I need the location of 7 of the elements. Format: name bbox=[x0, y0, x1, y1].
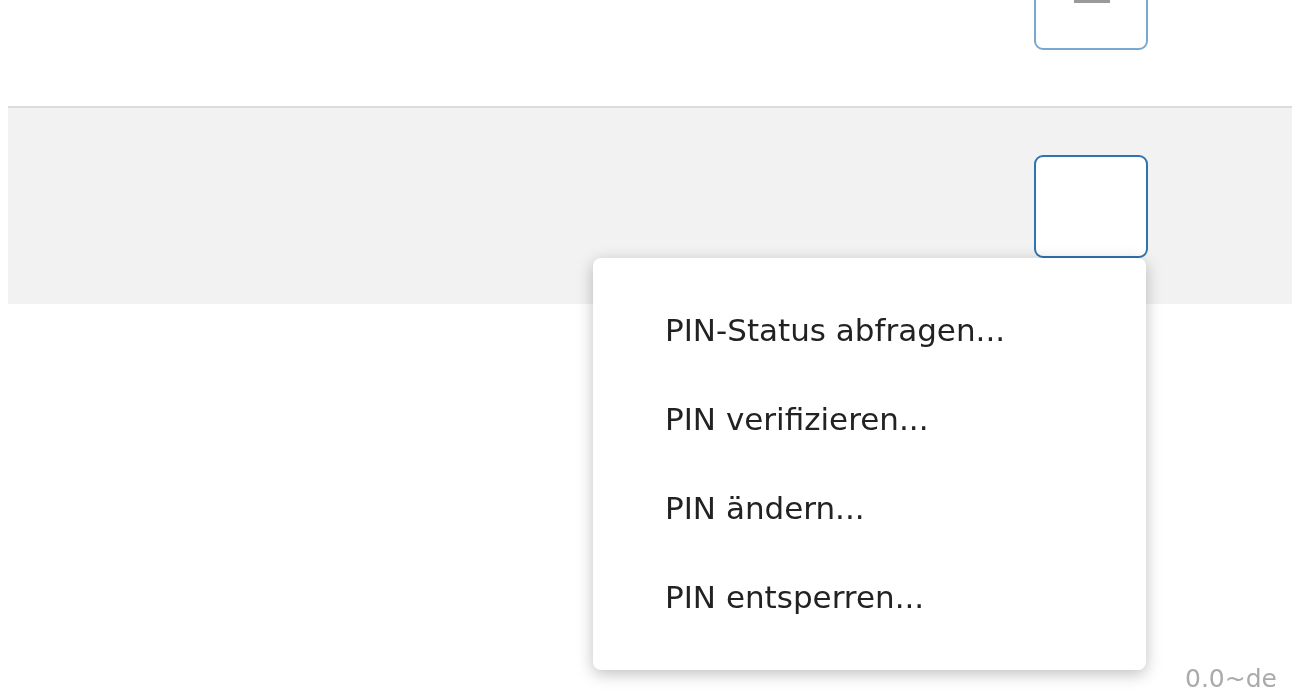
version-text: 0.0~de bbox=[1185, 664, 1277, 693]
menu-button[interactable] bbox=[1034, 0, 1148, 50]
menu-item[interactable]: PIN ändern... bbox=[593, 464, 1146, 553]
menu-item[interactable]: PIN entsperren... bbox=[593, 553, 1146, 642]
menu-item[interactable]: PIN verifizieren... bbox=[593, 375, 1146, 464]
menu-button[interactable] bbox=[1034, 154, 1148, 258]
menu-item[interactable]: PIN-Status abfragen... bbox=[593, 286, 1146, 375]
